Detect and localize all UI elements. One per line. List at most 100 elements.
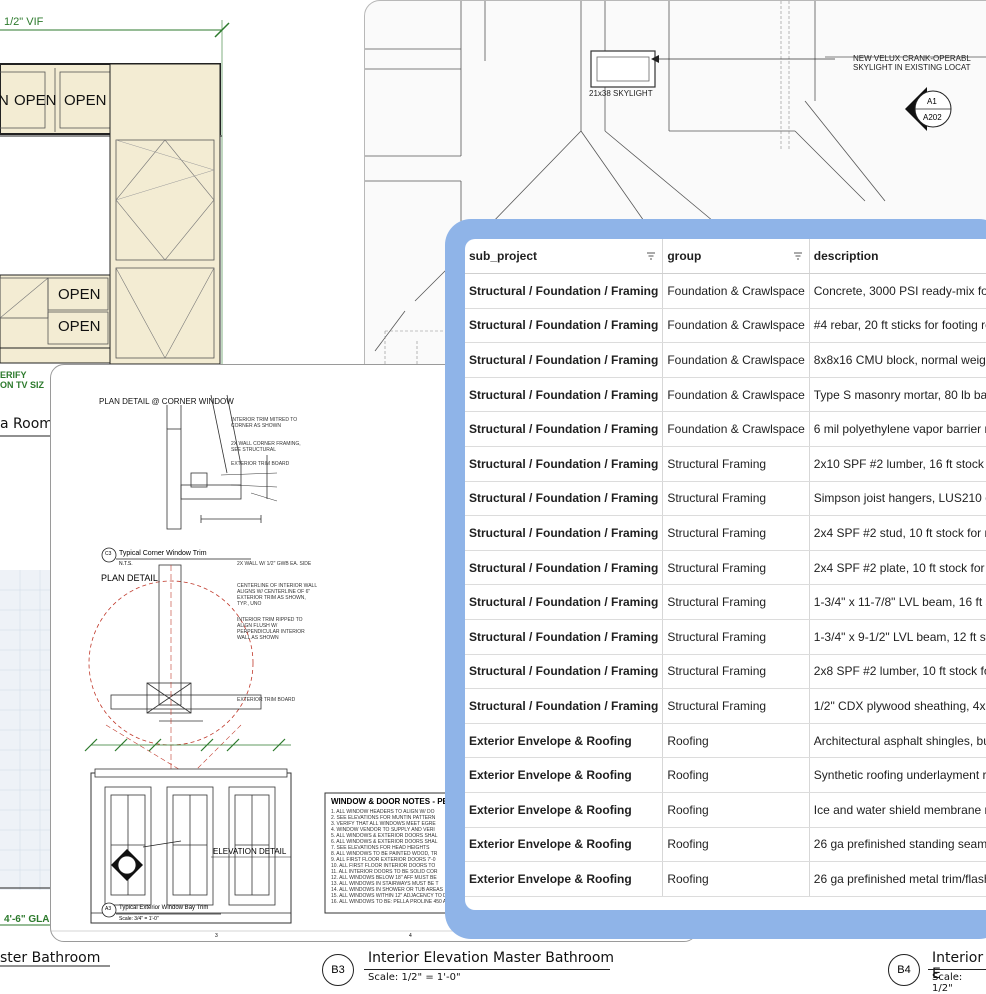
verify-note: ERIFY ON TV SIZ xyxy=(0,370,44,390)
cell-group[interactable]: Structural Framing xyxy=(662,446,810,482)
cell-sub-project[interactable]: Exterior Envelope & Roofing xyxy=(465,723,664,759)
cell-description[interactable]: Ice and water shield membrane ro xyxy=(809,792,986,828)
cell-description[interactable]: Architectural asphalt shingles, bur xyxy=(809,723,986,759)
table-row[interactable]: Structural / Foundation / Framing Structu… xyxy=(465,550,986,586)
cell-group[interactable]: Roofing xyxy=(662,757,810,793)
cell-description[interactable]: 26 ga prefinished metal trim/flash xyxy=(809,861,986,897)
cell-description[interactable]: 6 mil polyethylene vapor barrier ro xyxy=(809,411,986,447)
cell-description[interactable]: 2x10 SPF #2 lumber, 16 ft stock fo xyxy=(809,446,986,482)
plan-detail-label: PLAN DETAIL xyxy=(101,573,158,583)
cell-group[interactable]: Structural Framing xyxy=(662,619,810,655)
cell-group[interactable]: Foundation & Crawlspace xyxy=(662,377,810,413)
sheet-number: 3 xyxy=(215,933,218,939)
sheet-number: 4 xyxy=(409,933,412,939)
cell-sub-project[interactable]: Exterior Envelope & Roofing xyxy=(465,827,664,863)
cell-group[interactable]: Roofing xyxy=(662,827,810,863)
table-row[interactable]: Exterior Envelope & Roofing Roofing 26 ga … xyxy=(465,861,986,897)
cell-sub-project[interactable]: Structural / Foundation / Framing xyxy=(465,688,664,724)
materials-table: sub_project group description Structural… xyxy=(465,239,986,897)
verify-note-line: ON TV SIZ xyxy=(0,380,45,390)
callout-text: 2X WALL W/ 1/2" GWB EA. SIDE xyxy=(237,561,312,567)
cell-description[interactable]: Synthetic roofing underlayment ro xyxy=(809,757,986,793)
cell-group[interactable]: Foundation & Crawlspace xyxy=(662,308,810,344)
cell-sub-project[interactable]: Exterior Envelope & Roofing xyxy=(465,792,664,828)
table-row[interactable]: Structural / Foundation / Framing Structu… xyxy=(465,515,986,551)
table-row[interactable]: Structural / Foundation / Framing Foundat… xyxy=(465,308,986,344)
skylight-label: 21x38 SKYLIGHT xyxy=(589,89,653,98)
cell-sub-project[interactable]: Structural / Foundation / Framing xyxy=(465,515,664,551)
table-row[interactable]: Exterior Envelope & Roofing Roofing Ice an… xyxy=(465,792,986,828)
table-row[interactable]: Structural / Foundation / Framing Structu… xyxy=(465,584,986,620)
column-header-description[interactable]: description xyxy=(809,239,986,274)
cell-group[interactable]: Roofing xyxy=(662,723,810,759)
cell-description[interactable]: 2x8 SPF #2 lumber, 10 ft stock fo xyxy=(809,654,986,690)
column-header-group[interactable]: group xyxy=(662,239,810,274)
cell-sub-project[interactable]: Structural / Foundation / Framing xyxy=(465,411,664,447)
cell-description[interactable]: 1-3/4" x 9-1/2" LVL beam, 12 ft st xyxy=(809,619,986,655)
cell-group[interactable]: Foundation & Crawlspace xyxy=(662,411,810,447)
a3-scale: Scale: 3/4" = 1'-0" xyxy=(119,916,159,922)
cell-description[interactable]: 26 ga prefinished standing seam m xyxy=(809,827,986,863)
column-header-label: sub_project xyxy=(469,249,538,263)
cell-group[interactable]: Structural Framing xyxy=(662,688,810,724)
cell-group[interactable]: Structural Framing xyxy=(662,481,810,517)
b4-bubble: B4 xyxy=(888,954,920,986)
table-row[interactable]: Exterior Envelope & Roofing Roofing 26 ga … xyxy=(465,827,986,863)
table-row[interactable]: Exterior Envelope & Roofing Roofing Synthe… xyxy=(465,757,986,793)
table-row[interactable]: Structural / Foundation / Framing Structu… xyxy=(465,481,986,517)
cell-sub-project[interactable]: Exterior Envelope & Roofing xyxy=(465,861,664,897)
table-row[interactable]: Structural / Foundation / Framing Foundat… xyxy=(465,273,986,309)
column-header-sub-project[interactable]: sub_project xyxy=(465,239,664,274)
column-header-label: group xyxy=(667,249,702,263)
cell-group[interactable]: Foundation & Crawlspace xyxy=(662,273,810,309)
cell-group[interactable]: Structural Framing xyxy=(662,654,810,690)
table-row[interactable]: Structural / Foundation / Framing Structu… xyxy=(465,688,986,724)
table-row[interactable]: Exterior Envelope & Roofing Roofing Archit… xyxy=(465,723,986,759)
b4-underline xyxy=(928,969,986,970)
cell-sub-project[interactable]: Structural / Foundation / Framing xyxy=(465,654,664,690)
table-row[interactable]: Structural / Foundation / Framing Structu… xyxy=(465,619,986,655)
cell-description[interactable]: 1/2" CDX plywood sheathing, 4x8 xyxy=(809,688,986,724)
cell-description[interactable]: 8x8x16 CMU block, normal weigh xyxy=(809,342,986,378)
table-row[interactable]: Structural / Foundation / Framing Foundat… xyxy=(465,377,986,413)
cell-sub-project[interactable]: Exterior Envelope & Roofing xyxy=(465,757,664,793)
elevation-detail-label: ELEVATION DETAIL xyxy=(213,847,287,856)
cell-description[interactable]: Concrete, 3000 PSI ready-mix for xyxy=(809,273,986,309)
room-label: a Room xyxy=(0,416,53,432)
callout-text: EXTERIOR TRIM BOARD xyxy=(237,697,296,703)
table-row[interactable]: Structural / Foundation / Framing Foundat… xyxy=(465,411,986,447)
table-row[interactable]: Structural / Foundation / Framing Foundat… xyxy=(465,342,986,378)
cell-sub-project[interactable]: Structural / Foundation / Framing xyxy=(465,584,664,620)
cell-sub-project[interactable]: Structural / Foundation / Framing xyxy=(465,619,664,655)
cell-group[interactable]: Roofing xyxy=(662,861,810,897)
table-row[interactable]: Structural / Foundation / Framing Structu… xyxy=(465,446,986,482)
cell-sub-project[interactable]: Structural / Foundation / Framing xyxy=(465,273,664,309)
filter-icon[interactable] xyxy=(793,251,803,261)
cabinet-label: OPEN xyxy=(58,318,101,335)
cell-sub-project[interactable]: Structural / Foundation / Framing xyxy=(465,481,664,517)
cell-description[interactable]: Type S masonry mortar, 80 lb bag xyxy=(809,377,986,413)
a3-id: A3 xyxy=(105,906,112,912)
cell-description[interactable]: #4 rebar, 20 ft sticks for footing re xyxy=(809,308,986,344)
cell-sub-project[interactable]: Structural / Foundation / Framing xyxy=(465,550,664,586)
cell-group[interactable]: Foundation & Crawlspace xyxy=(662,342,810,378)
table-frame: sub_project group description Structural… xyxy=(445,219,986,939)
cell-sub-project[interactable]: Structural / Foundation / Framing xyxy=(465,377,664,413)
cell-sub-project[interactable]: Structural / Foundation / Framing xyxy=(465,446,664,482)
cell-description[interactable]: 2x4 SPF #2 stud, 10 ft stock for n xyxy=(809,515,986,551)
cell-description[interactable]: 2x4 SPF #2 plate, 10 ft stock for r xyxy=(809,550,986,586)
cell-description[interactable]: 1-3/4" x 11-7/8" LVL beam, 16 ft s xyxy=(809,584,986,620)
cell-group[interactable]: Structural Framing xyxy=(662,515,810,551)
table-row[interactable]: Structural / Foundation / Framing Structu… xyxy=(465,654,986,690)
cell-sub-project[interactable]: Structural / Foundation / Framing xyxy=(465,308,664,344)
cell-description[interactable]: Simpson joist hangers, LUS210 o xyxy=(809,481,986,517)
cell-group[interactable]: Roofing xyxy=(662,792,810,828)
bottom-title-left: ster Bathroom xyxy=(0,950,101,966)
table-body: Structural / Foundation / Framing Foundat… xyxy=(465,273,986,897)
callout-text: EXTERIOR TRIM BOARD xyxy=(231,461,290,467)
cell-group[interactable]: Structural Framing xyxy=(662,584,810,620)
cabinet-label: N xyxy=(0,92,9,109)
cell-group[interactable]: Structural Framing xyxy=(662,550,810,586)
filter-icon[interactable] xyxy=(646,251,656,261)
cell-sub-project[interactable]: Structural / Foundation / Framing xyxy=(465,342,664,378)
